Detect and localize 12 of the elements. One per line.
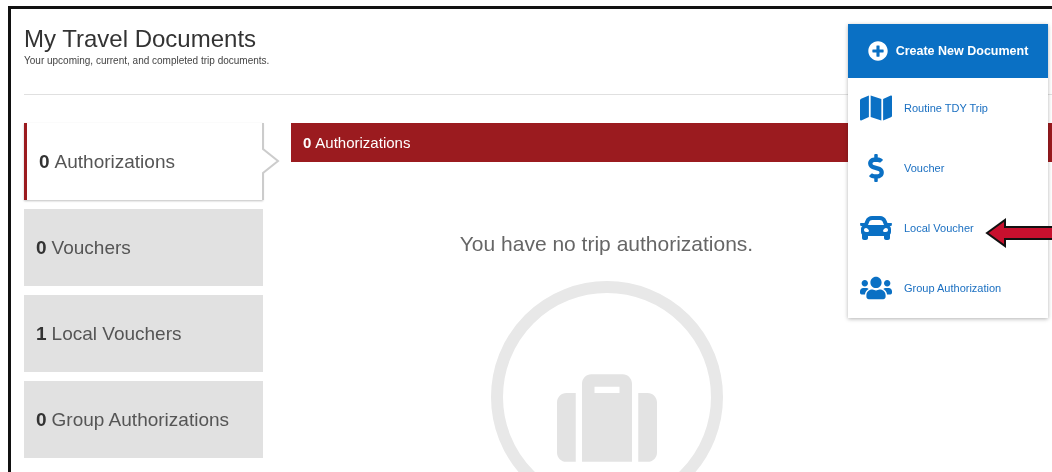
document-tab[interactable]: 0 Vouchers [24, 209, 263, 286]
document-tab[interactable]: 1 Local Vouchers [24, 295, 263, 372]
create-document-button[interactable]: Create New Document [848, 24, 1048, 78]
menu-item[interactable]: Local Voucher [848, 198, 1048, 258]
suitcase-icon [490, 281, 723, 472]
chevron-icon [262, 123, 280, 200]
plus-icon [867, 41, 888, 61]
empty-message: You have no trip authorizations. [459, 232, 754, 256]
document-tab[interactable]: 0 Group Authorizations [24, 381, 263, 458]
page-subtitle: Your upcoming, current, and completed trip documents. [24, 55, 271, 66]
menu-item[interactable]: Group Authorization [848, 258, 1048, 318]
page-title: My Travel Documents [24, 25, 257, 53]
